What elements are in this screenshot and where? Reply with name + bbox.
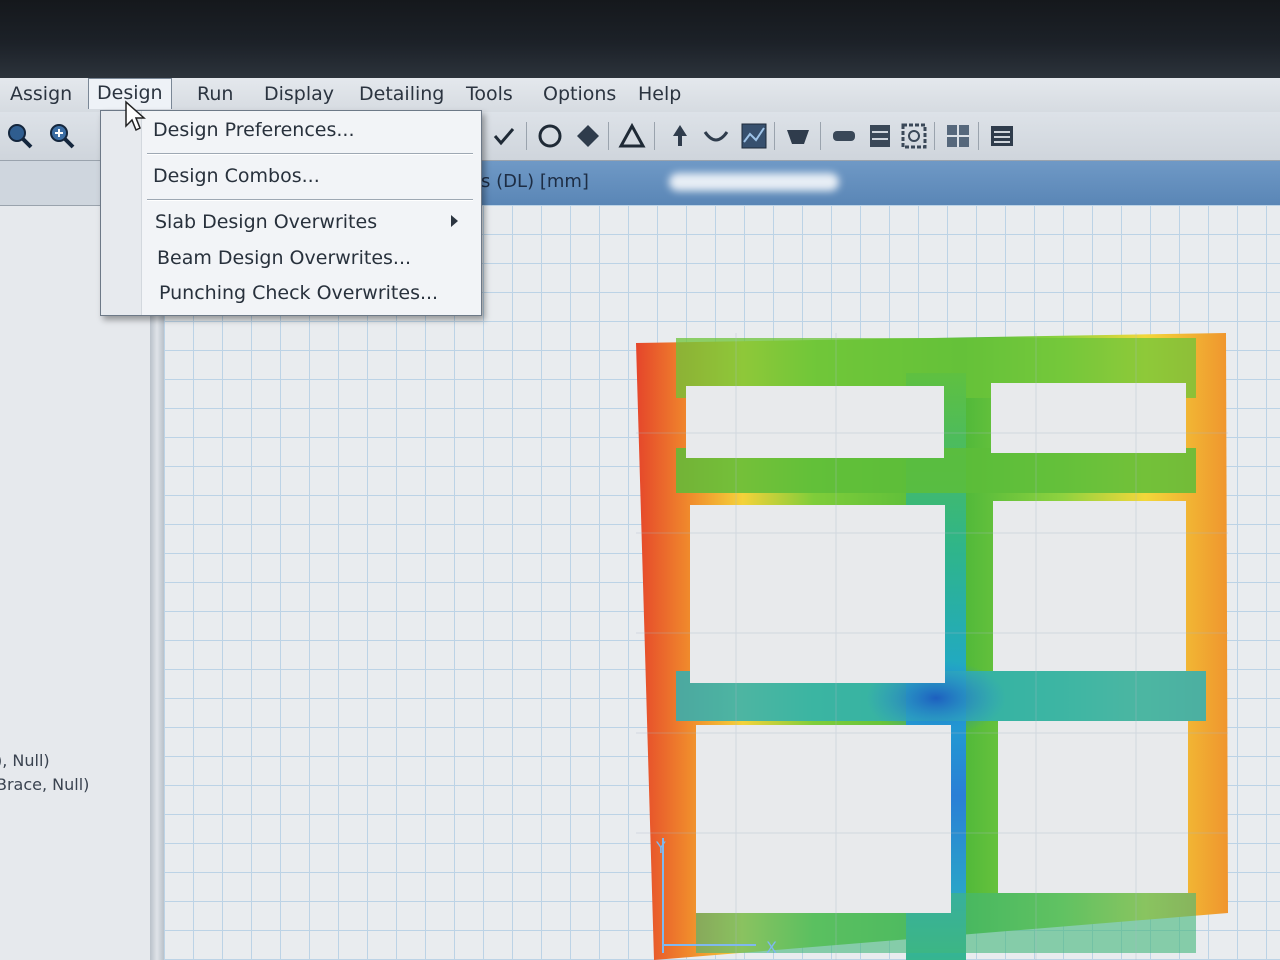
menu-run[interactable]: Run bbox=[189, 80, 241, 108]
model-canvas[interactable]: Y X bbox=[164, 205, 1280, 960]
support-icon[interactable] bbox=[666, 122, 694, 150]
y-axis-label: Y bbox=[655, 838, 666, 857]
design-dropdown-menu: Design Preferences... Design Combos... S… bbox=[100, 110, 482, 316]
triangle-icon[interactable] bbox=[618, 122, 646, 150]
table-icon[interactable] bbox=[866, 122, 894, 150]
mesh-icon[interactable] bbox=[740, 122, 768, 150]
zoom-out-icon[interactable] bbox=[6, 122, 34, 150]
opening bbox=[991, 383, 1186, 453]
x-axis-label: X bbox=[766, 938, 777, 957]
toolbar-separator bbox=[608, 122, 609, 150]
view-icon[interactable] bbox=[784, 122, 812, 150]
opening bbox=[993, 501, 1186, 671]
toolbar-separator bbox=[978, 122, 979, 150]
opening bbox=[686, 386, 944, 458]
slab-contour-plot: Y X bbox=[636, 333, 1228, 960]
grid-icon[interactable] bbox=[944, 122, 972, 150]
menu-item-beam-design-overwrites[interactable]: Beam Design Overwrites... bbox=[157, 243, 411, 273]
menu-icon-gutter bbox=[101, 111, 142, 315]
mouse-cursor-icon bbox=[125, 100, 146, 132]
toolbar-separator bbox=[526, 122, 527, 150]
screen-glare bbox=[669, 173, 839, 191]
check-icon[interactable] bbox=[490, 122, 518, 150]
menu-separator bbox=[147, 199, 473, 201]
spring-icon[interactable] bbox=[702, 122, 730, 150]
menu-assign[interactable]: Assign bbox=[2, 80, 80, 108]
slab-icon[interactable] bbox=[830, 122, 858, 150]
toolbar-separator bbox=[774, 122, 775, 150]
explorer-line-1: ), Null) bbox=[0, 751, 50, 770]
menu-item-design-combos[interactable]: Design Combos... bbox=[153, 161, 320, 191]
menu-help[interactable]: Help bbox=[630, 80, 689, 108]
menu-item-punching-check-overwrites[interactable]: Punching Check Overwrites... bbox=[159, 278, 438, 308]
toolbar-separator bbox=[934, 122, 935, 150]
menu-tools[interactable]: Tools bbox=[458, 80, 521, 108]
submenu-arrow-icon bbox=[451, 215, 458, 227]
opening bbox=[696, 725, 951, 913]
menu-options[interactable]: Options bbox=[535, 80, 624, 108]
frame-icon[interactable] bbox=[900, 122, 928, 150]
menu-item-slab-design-overwrites[interactable]: Slab Design Overwrites bbox=[155, 207, 377, 237]
toolbar-separator bbox=[820, 122, 821, 150]
menu-detailing[interactable]: Detailing bbox=[351, 80, 452, 108]
menu-display[interactable]: Display bbox=[256, 80, 342, 108]
report-icon[interactable] bbox=[988, 122, 1016, 150]
menu-bar: Assign Design Run Display Detailing Tool… bbox=[0, 78, 1280, 113]
zoom-in-icon[interactable] bbox=[48, 122, 76, 150]
monitor-bezel bbox=[0, 0, 1280, 78]
menu-separator bbox=[147, 153, 473, 155]
view-title: ts (DL) [mm] bbox=[474, 171, 589, 192]
opening bbox=[998, 721, 1188, 893]
diamond-icon[interactable] bbox=[574, 122, 602, 150]
opening bbox=[690, 505, 945, 683]
circle-icon[interactable] bbox=[536, 122, 564, 150]
toolbar-separator bbox=[654, 122, 655, 150]
menu-item-design-preferences[interactable]: Design Preferences... bbox=[153, 115, 355, 145]
explorer-line-2: Brace, Null) bbox=[0, 775, 90, 794]
